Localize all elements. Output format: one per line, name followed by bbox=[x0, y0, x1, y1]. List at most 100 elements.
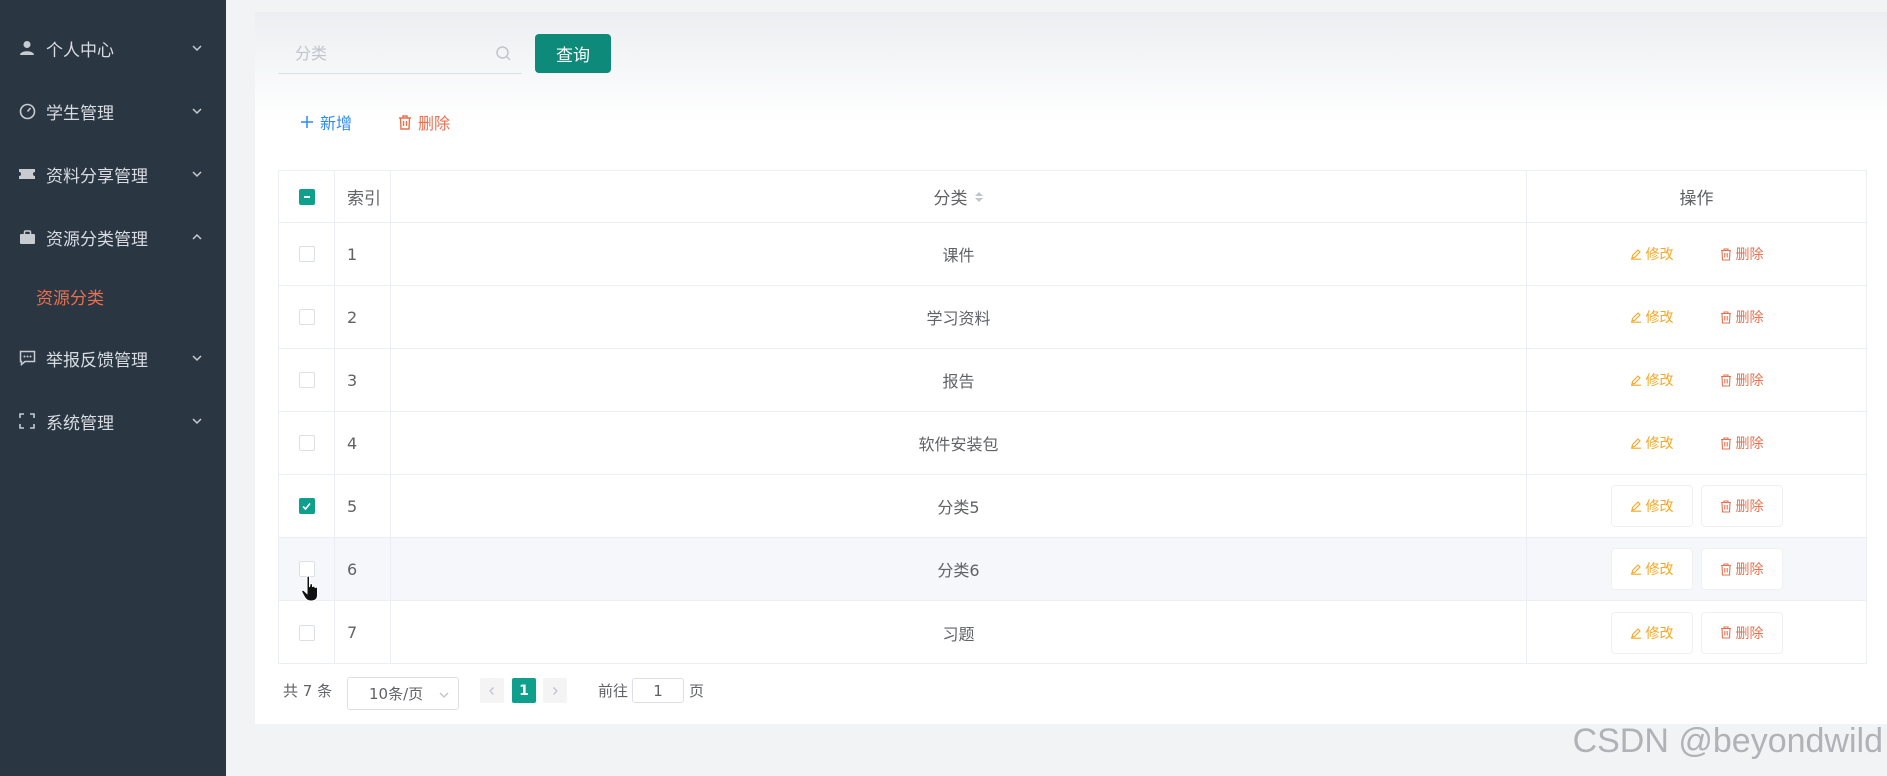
delete-label: 删除 bbox=[1735, 436, 1764, 452]
briefcase-icon bbox=[18, 228, 36, 246]
row-index: 2 bbox=[335, 286, 391, 348]
goto-label: 前往 bbox=[598, 682, 629, 700]
search-input[interactable] bbox=[278, 34, 488, 72]
menu-label: 个人中心 bbox=[46, 40, 114, 61]
chevron-down-icon bbox=[192, 355, 202, 362]
edit-icon bbox=[1630, 249, 1641, 260]
delete-button[interactable]: 删除 bbox=[1701, 486, 1782, 526]
search-box bbox=[278, 34, 522, 74]
edit-label: 修改 bbox=[1645, 373, 1674, 389]
edit-label: 修改 bbox=[1645, 562, 1674, 578]
delete-button[interactable]: 删除 bbox=[1701, 612, 1782, 653]
select-all-checkbox[interactable] bbox=[298, 188, 315, 205]
row-checkbox[interactable] bbox=[298, 624, 315, 641]
header-category[interactable]: 分类 bbox=[391, 171, 1527, 222]
edit-icon bbox=[1630, 564, 1641, 575]
sidebar: 个人中心 学生管理 资料分享管理 资源分类管理 资源分类 举报反馈管理 系统管理 bbox=[0, 0, 226, 776]
menu-item-report-feedback[interactable]: 举报反馈管理 bbox=[0, 338, 226, 378]
page-size-value: 10条/页 bbox=[369, 685, 424, 703]
menu-item-student-management[interactable]: 学生管理 bbox=[0, 91, 226, 131]
menu-label: 举报反馈管理 bbox=[46, 350, 148, 371]
row-checkbox[interactable] bbox=[298, 435, 315, 451]
row-index: 3 bbox=[335, 349, 391, 411]
delete-label: 删除 bbox=[1735, 499, 1764, 515]
current-page-button[interactable]: 1 bbox=[512, 678, 536, 703]
delete-button[interactable]: 删除 bbox=[1701, 549, 1782, 589]
delete-button[interactable]: 删除 bbox=[1702, 234, 1782, 274]
row-checkbox[interactable] bbox=[298, 246, 315, 262]
row-index: 7 bbox=[335, 601, 391, 664]
row-category: 分类5 bbox=[391, 475, 1527, 537]
edit-button[interactable]: 修改 bbox=[1612, 234, 1692, 274]
table-row: 2 学习资料 修改 删除 bbox=[279, 286, 1866, 349]
user-icon bbox=[18, 39, 36, 57]
edit-button[interactable]: 修改 bbox=[1611, 486, 1692, 526]
delete-button[interactable]: 删除 bbox=[1702, 297, 1782, 337]
table-row: 5 分类5 修改 删除 bbox=[279, 475, 1866, 538]
table-row: 1 课件 修改 删除 bbox=[279, 223, 1866, 286]
next-page-button[interactable] bbox=[543, 678, 567, 703]
trash-icon bbox=[399, 114, 411, 130]
plus-icon bbox=[301, 116, 313, 128]
trash-icon bbox=[1720, 562, 1731, 576]
edit-button[interactable]: 修改 bbox=[1612, 423, 1692, 463]
edit-button[interactable]: 修改 bbox=[1612, 360, 1692, 400]
chevron-down-icon bbox=[192, 45, 202, 52]
row-category: 分类6 bbox=[391, 538, 1527, 600]
gauge-icon bbox=[18, 102, 36, 120]
edit-label: 修改 bbox=[1645, 247, 1674, 263]
batch-delete-button[interactable]: 删除 bbox=[398, 110, 450, 134]
add-button-label: 新增 bbox=[320, 114, 353, 133]
ticket-icon bbox=[18, 165, 36, 183]
edit-button[interactable]: 修改 bbox=[1611, 549, 1692, 589]
row-category: 报告 bbox=[391, 349, 1527, 411]
sort-icon[interactable] bbox=[974, 190, 984, 204]
row-index: 6 bbox=[335, 538, 391, 600]
edit-icon bbox=[1630, 501, 1641, 512]
pagination-total: 共 7 条 bbox=[283, 682, 333, 700]
delete-label: 删除 bbox=[1735, 562, 1764, 578]
row-category: 课件 bbox=[391, 223, 1527, 285]
menu-label: 学生管理 bbox=[46, 103, 114, 124]
menu-item-resource-category-management[interactable]: 资源分类管理 bbox=[0, 217, 226, 257]
add-button[interactable]: 新增 bbox=[300, 110, 352, 134]
menu-item-system-management[interactable]: 系统管理 bbox=[0, 401, 226, 441]
table-header: 索引 分类 操作 bbox=[279, 171, 1866, 223]
edit-button[interactable]: 修改 bbox=[1612, 297, 1692, 337]
delete-button[interactable]: 删除 bbox=[1702, 360, 1782, 400]
trash-icon bbox=[1720, 436, 1731, 450]
goto-page-input[interactable] bbox=[632, 678, 684, 703]
delete-button[interactable]: 删除 bbox=[1702, 423, 1782, 463]
row-checkbox[interactable] bbox=[298, 309, 315, 325]
row-index: 5 bbox=[335, 475, 391, 537]
header-category-label: 分类 bbox=[933, 189, 968, 209]
trash-icon bbox=[1720, 310, 1731, 324]
query-button[interactable]: 查询 bbox=[535, 34, 611, 73]
chevron-right-icon bbox=[553, 686, 558, 695]
hand-cursor-icon bbox=[301, 575, 318, 602]
row-category: 学习资料 bbox=[391, 286, 1527, 348]
fullscreen-icon bbox=[18, 412, 36, 430]
delete-label: 删除 bbox=[1735, 310, 1764, 326]
chevron-up-icon bbox=[192, 233, 202, 240]
submenu-item-resource-category[interactable]: 资源分类 bbox=[0, 276, 226, 316]
chevron-down-icon bbox=[439, 692, 449, 698]
table-row: 3 报告 修改 删除 bbox=[279, 349, 1866, 412]
row-category: 习题 bbox=[391, 601, 1527, 664]
trash-icon bbox=[1720, 373, 1731, 387]
menu-label: 系统管理 bbox=[46, 413, 114, 434]
delete-label: 删除 bbox=[1735, 247, 1764, 263]
page-size-select[interactable]: 10条/页 bbox=[347, 677, 459, 710]
table-row: 4 软件安装包 修改 删除 bbox=[279, 412, 1866, 475]
menu-item-material-sharing[interactable]: 资料分享管理 bbox=[0, 154, 226, 194]
row-checkbox[interactable] bbox=[298, 498, 315, 514]
edit-button[interactable]: 修改 bbox=[1611, 612, 1692, 653]
edit-label: 修改 bbox=[1645, 310, 1674, 326]
edit-label: 修改 bbox=[1645, 625, 1674, 642]
menu-item-personal-center[interactable]: 个人中心 bbox=[0, 28, 226, 68]
row-checkbox[interactable] bbox=[298, 372, 315, 388]
chevron-down-icon bbox=[192, 171, 202, 178]
edit-icon bbox=[1630, 438, 1641, 449]
prev-page-button[interactable] bbox=[480, 678, 504, 703]
batch-delete-label: 删除 bbox=[418, 114, 451, 133]
